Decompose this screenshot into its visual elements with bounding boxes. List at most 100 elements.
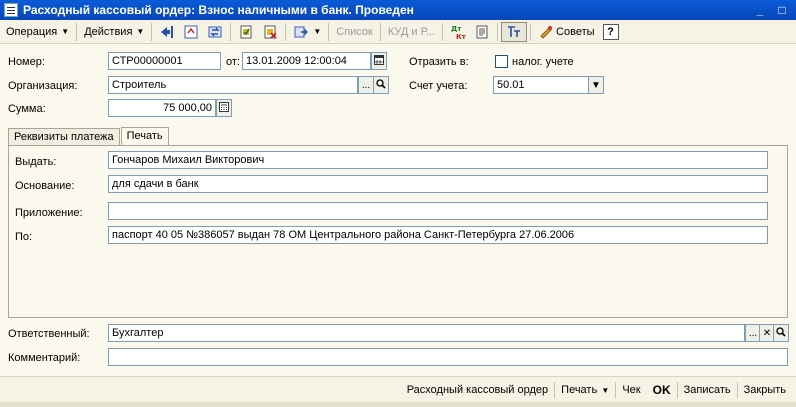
- create-based-on-button[interactable]: ▼: [289, 22, 325, 42]
- chevron-down-icon: ▼: [61, 27, 70, 36]
- save-button[interactable]: Записать: [678, 384, 737, 396]
- dt-kt-button[interactable]: Дт Кт: [446, 22, 470, 42]
- organization-label: Организация:: [8, 80, 78, 92]
- attachment-field[interactable]: [108, 202, 768, 220]
- bottom-command-bar: Расходный кассовый ордер Печать ▼ Чек OK…: [0, 376, 796, 402]
- comment-label: Комментарий:: [8, 352, 81, 364]
- tab-strip: Реквизиты платежа Печать: [8, 127, 170, 146]
- title-bar: Расходный кассовый ордер: Взнос наличным…: [0, 0, 796, 20]
- number-label: Номер:: [8, 56, 45, 68]
- structure-icon: [506, 24, 522, 40]
- help-button[interactable]: ?: [599, 22, 623, 42]
- calculator-icon: [219, 101, 229, 115]
- go-back-button[interactable]: [155, 22, 179, 42]
- post-button[interactable]: [234, 22, 258, 42]
- document-field[interactable]: паспорт 40 05 №386057 выдан 78 ОМ Центра…: [108, 226, 768, 244]
- unpost-button[interactable]: [258, 22, 282, 42]
- magnifier-icon: [376, 78, 386, 92]
- issue-to-field[interactable]: Гончаров Михаил Викторович: [108, 151, 768, 169]
- toolbar-divider: [285, 22, 287, 41]
- account-label: Счет учета:: [409, 80, 468, 92]
- responsible-label: Ответственный:: [8, 328, 90, 340]
- attachment-label: Приложение:: [15, 207, 83, 219]
- chevron-down-icon: ▼: [599, 385, 610, 395]
- basis-label: Основание:: [15, 180, 75, 192]
- receipt-button[interactable]: Чек: [616, 384, 646, 396]
- arrow-left-icon: [159, 24, 175, 40]
- basis-field[interactable]: для сдачи в банк: [108, 175, 768, 193]
- responsible-open-button[interactable]: [773, 324, 789, 342]
- tab-payment-details[interactable]: Реквизиты платежа: [8, 128, 120, 145]
- date-field[interactable]: 13.01.2009 12:00:04: [242, 52, 371, 70]
- tax-accounting-label: налог. учете: [512, 56, 574, 68]
- svg-text:Дт: Дт: [451, 25, 462, 33]
- calendar-button[interactable]: [371, 52, 387, 70]
- close-icon: ✕: [762, 327, 772, 339]
- responsible-field[interactable]: Бухгалтер: [108, 324, 745, 342]
- svg-text:Кт: Кт: [456, 33, 466, 40]
- minimize-button[interactable]: _: [752, 3, 768, 17]
- account-field[interactable]: 50.01: [493, 76, 589, 94]
- actions-menu-label: Действия: [84, 25, 133, 38]
- advice-button[interactable]: Советы: [534, 22, 598, 42]
- document-card-button[interactable]: [179, 22, 203, 42]
- chevron-down-icon: ▼: [136, 27, 145, 36]
- ellipsis-icon: ...: [748, 327, 758, 339]
- tab-print[interactable]: Печать: [120, 127, 169, 145]
- print-menu-label: Печать: [561, 383, 598, 396]
- tax-accounting-checkbox[interactable]: [495, 55, 508, 68]
- sum-field[interactable]: 75 000,00: [108, 99, 216, 117]
- toolbar-divider: [379, 22, 381, 41]
- toolbar-divider: [442, 22, 444, 41]
- maximize-button[interactable]: □: [774, 3, 790, 17]
- form-name-button[interactable]: Расходный кассовый ордер: [401, 384, 554, 396]
- print-menu[interactable]: Печать ▼: [555, 384, 615, 396]
- ellipsis-icon: ...: [361, 79, 371, 91]
- account-dropdown-button[interactable]: ▼: [588, 76, 604, 94]
- structure-button[interactable]: [501, 21, 528, 42]
- actions-menu[interactable]: Действия ▼: [80, 22, 148, 42]
- issue-to-label: Выдать:: [15, 156, 57, 168]
- organization-field[interactable]: Строитель: [108, 76, 358, 94]
- list-button[interactable]: Список: [332, 22, 377, 42]
- debit-credit-icon: Дт Кт: [450, 24, 466, 40]
- document-card-icon: [183, 24, 199, 40]
- close-button[interactable]: Закрыть: [738, 384, 792, 396]
- comment-field[interactable]: [108, 348, 788, 366]
- toolbar: Операция ▼ Действия ▼ ▼ Список КУД и Р... …: [0, 20, 796, 44]
- unpost-document-icon: [262, 24, 278, 40]
- refresh-icon: [207, 24, 223, 40]
- number-field[interactable]: СТР00000001: [108, 52, 221, 70]
- toolbar-divider: [230, 22, 232, 41]
- calendar-icon: [374, 54, 384, 68]
- toolbar-divider: [497, 22, 499, 41]
- window-title: Расходный кассовый ордер: Взнос наличным…: [23, 3, 414, 17]
- refresh-button[interactable]: [203, 22, 227, 42]
- advice-icon: [538, 24, 554, 40]
- kud-button[interactable]: КУД и Р...: [384, 22, 439, 42]
- magnifier-icon: [776, 326, 786, 340]
- post-document-icon: [238, 24, 254, 40]
- toolbar-divider: [76, 22, 78, 41]
- chevron-down-icon: ▼: [313, 27, 322, 36]
- create-based-on-icon: [293, 24, 309, 40]
- operation-menu-label: Операция: [6, 25, 58, 38]
- report-button[interactable]: [470, 22, 494, 42]
- help-icon: ?: [602, 23, 619, 40]
- toolbar-divider: [530, 22, 532, 41]
- document-icon: [4, 3, 18, 17]
- organization-select-button[interactable]: ...: [358, 76, 374, 94]
- date-from-label: от:: [226, 56, 240, 68]
- ok-button[interactable]: OK: [647, 383, 677, 397]
- organization-open-button[interactable]: [373, 76, 389, 94]
- operation-menu[interactable]: Операция ▼: [2, 22, 73, 42]
- report-icon: [474, 24, 490, 40]
- advice-button-label: Советы: [556, 25, 595, 38]
- sum-label: Сумма:: [8, 103, 46, 115]
- calculator-button[interactable]: [216, 99, 232, 117]
- list-button-label: Список: [336, 25, 373, 38]
- status-strip: [0, 402, 796, 407]
- toolbar-divider: [151, 22, 153, 41]
- toolbar-divider: [328, 22, 330, 41]
- chevron-down-icon: ▼: [591, 79, 601, 91]
